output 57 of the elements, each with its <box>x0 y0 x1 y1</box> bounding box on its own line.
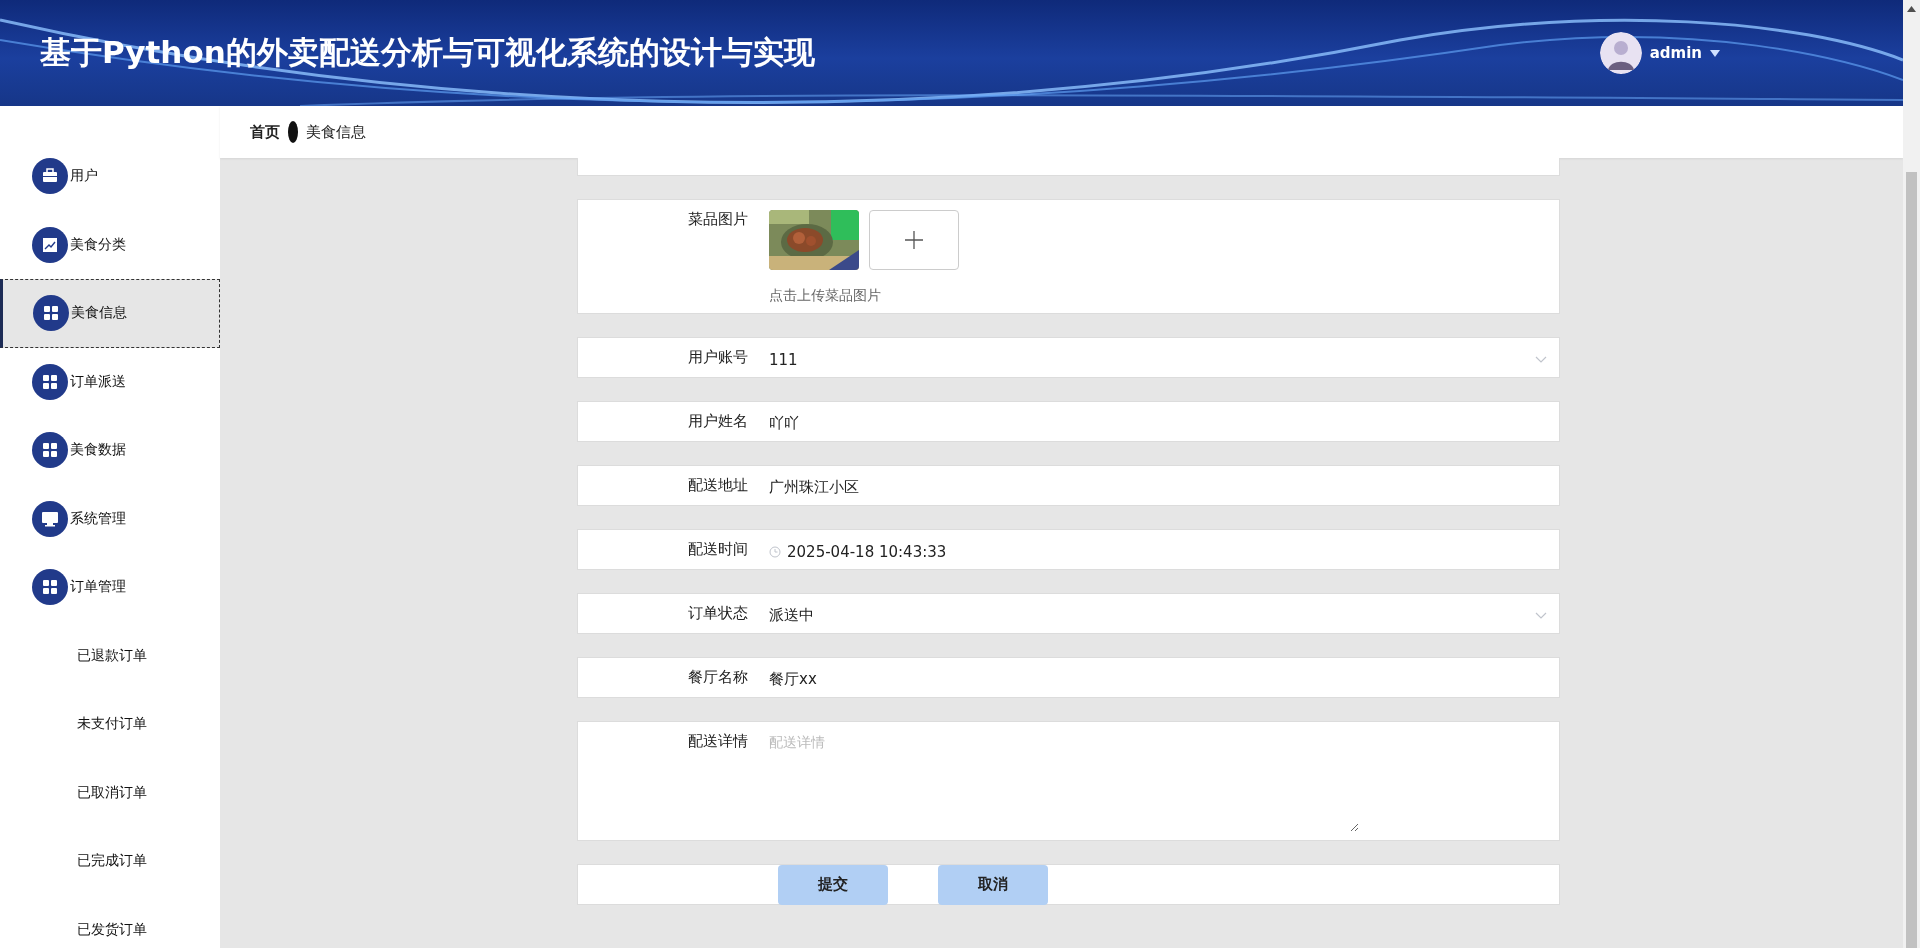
date-field[interactable]: 2025-04-18 10:43:33 <box>787 542 1559 561</box>
field-label: 餐厅名称 <box>687 667 748 688</box>
monitor-icon <box>32 500 68 537</box>
username[interactable]: admin <box>1649 44 1702 62</box>
plus-icon <box>904 230 924 250</box>
separator-icon <box>288 121 298 143</box>
field-label: 配送详情 <box>687 731 748 752</box>
input-field[interactable]: 餐厅xx <box>769 670 1559 689</box>
chart-icon <box>32 226 68 263</box>
sidebar-subitem[interactable]: 已退款订单 <box>0 621 220 690</box>
breadcrumb-link[interactable]: 首页 <box>250 122 280 142</box>
sidebar-item[interactable]: 用户 <box>0 142 220 211</box>
clock-icon <box>769 545 781 558</box>
scrollbar[interactable] <box>1903 0 1920 948</box>
field-label: 配送地址 <box>687 475 748 496</box>
upload-hint: 点击上传菜品图片 <box>769 287 881 305</box>
select-value[interactable]: 111 <box>769 350 1535 369</box>
sidebar-item[interactable]: 系统管理 <box>0 484 220 553</box>
grid-icon <box>32 569 68 606</box>
chevron-down-icon[interactable] <box>1535 611 1547 620</box>
sidebar-subitem[interactable]: 已完成订单 <box>0 827 220 896</box>
sidebar-label: 美食数据 <box>70 441 126 460</box>
sidebar-subitem[interactable]: 已发货订单 <box>0 895 220 948</box>
sidebar-item[interactable]: 美食信息 <box>0 279 220 348</box>
sidebar-item[interactable]: 订单管理 <box>0 553 220 622</box>
scroll-up-arrow-icon[interactable] <box>1907 6 1916 12</box>
select-value[interactable]: 派送中 <box>769 606 1535 625</box>
caret-icon[interactable] <box>1710 49 1720 57</box>
app-title: 基于Python的外卖配送分析与可视化系统的设计与实现 <box>40 33 816 72</box>
field-label: 订单状态 <box>687 603 748 624</box>
upload-button[interactable] <box>869 210 959 270</box>
field-label: 配送时间 <box>687 539 748 560</box>
chevron-down-icon[interactable] <box>1535 355 1547 364</box>
submit-button[interactable]: 提交 <box>778 864 888 905</box>
sidebar-subitem[interactable]: 未支付订单 <box>0 690 220 759</box>
sidebar-item[interactable]: 美食分类 <box>0 210 220 279</box>
sidebar-label: 美食分类 <box>70 235 126 254</box>
cancel-button[interactable]: 取消 <box>938 864 1048 905</box>
field-label: 用户姓名 <box>687 411 748 432</box>
sidebar-subitem[interactable]: 已取消订单 <box>0 758 220 827</box>
field-label: 菜品图片 <box>687 209 748 230</box>
field-label: 用户账号 <box>687 347 748 368</box>
sidebar-label: 系统管理 <box>70 509 126 528</box>
input-field[interactable]: 吖吖 <box>769 414 1559 433</box>
sidebar-item[interactable]: 订单派送 <box>0 347 220 416</box>
grid-icon <box>32 363 68 400</box>
input-field[interactable]: 广州珠江小区 <box>769 478 1559 497</box>
sidebar-label: 订单派送 <box>70 372 126 391</box>
sidebar-label: 订单管理 <box>70 578 126 597</box>
grid-icon <box>33 295 69 332</box>
sidebar-label: 用户 <box>70 167 98 186</box>
sidebar-item[interactable]: 美食数据 <box>0 416 220 485</box>
text-area[interactable]: 配送详情 <box>769 734 1359 832</box>
briefcase-icon <box>32 158 68 195</box>
avatar[interactable] <box>1599 32 1642 74</box>
grid-icon <box>32 432 68 469</box>
sidebar-label: 美食信息 <box>71 304 127 323</box>
